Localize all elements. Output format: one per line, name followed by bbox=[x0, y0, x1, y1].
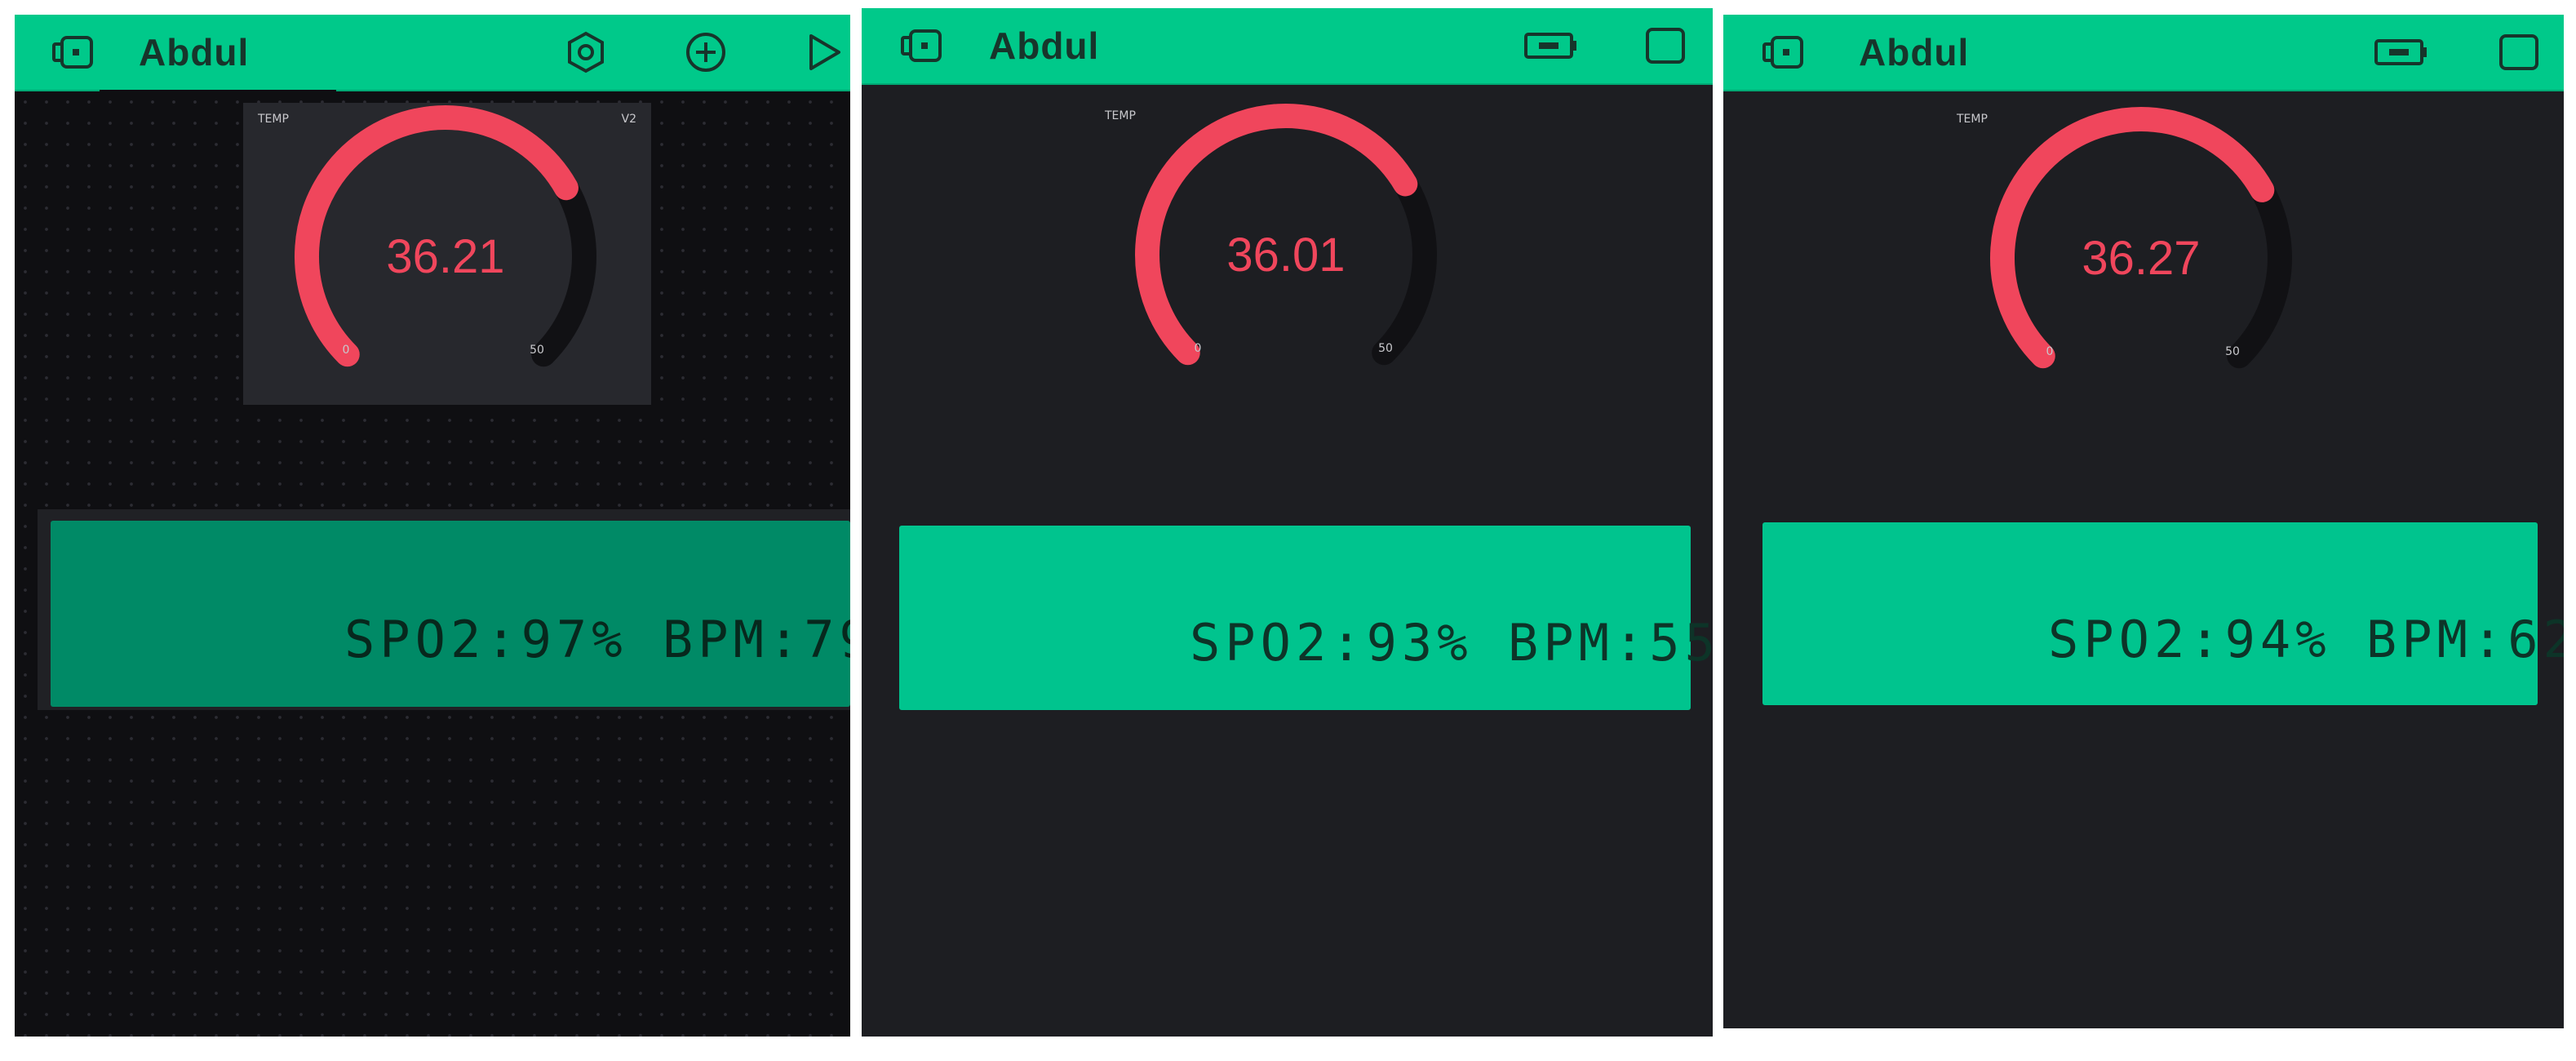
lcd-display[interactable]: SPO2:93% BPM:55 bbox=[899, 526, 1713, 710]
gauge-value: 36.21 bbox=[386, 230, 504, 283]
gauge-max: 50 bbox=[1378, 342, 1393, 355]
gauge-max: 50 bbox=[2225, 345, 2240, 358]
widget-canvas: TEMP V2 36.21 0 50 SPO2:97% BPM:79 bbox=[15, 91, 850, 1037]
project-title: Abdul bbox=[989, 24, 1100, 67]
battery-icon[interactable] bbox=[1518, 8, 1583, 83]
stop-icon[interactable] bbox=[1637, 8, 1694, 83]
project-title: Abdul bbox=[139, 31, 250, 73]
widget-canvas: TEMP 36.27 0 50 SPO2:94% BPM:62 bbox=[1723, 91, 2564, 1028]
app-header: Abdul bbox=[862, 8, 1713, 85]
widget-canvas: TEMP 36.01 0 50 SPO2:93% BPM:55 bbox=[862, 85, 1713, 1037]
app-header: Abdul bbox=[1723, 15, 2564, 91]
add-widget-icon[interactable] bbox=[677, 15, 734, 90]
gauge-min: 0 bbox=[343, 344, 350, 357]
temp-gauge-widget[interactable]: TEMP 36.27 0 50 bbox=[1939, 104, 2347, 406]
device-icon[interactable] bbox=[894, 8, 951, 83]
app-header: Abdul bbox=[15, 15, 850, 93]
gauge-dial: 36.27 0 50 bbox=[1990, 107, 2292, 369]
device-icon[interactable] bbox=[1756, 15, 1813, 90]
stop-icon[interactable] bbox=[2490, 15, 2547, 90]
lcd-display[interactable]: SPO2:94% BPM:62 bbox=[1762, 522, 2564, 705]
gauge-value: 36.27 bbox=[2082, 232, 2200, 285]
lcd-line-1: SPO2:94% BPM:62 bbox=[2047, 610, 2564, 669]
gauge-dial: 36.01 0 50 bbox=[1135, 104, 1437, 366]
device-icon[interactable] bbox=[46, 15, 103, 90]
screen-3: Abdul TEMP 36.27 0 50 SPO2:94% BPM:62 bbox=[1723, 15, 2564, 1028]
screen-1: Abdul TEMP V2 36.21 0 50 SPO2:97% BPM:79 bbox=[15, 15, 850, 1037]
project-title: Abdul bbox=[1859, 31, 1970, 73]
lcd-display[interactable]: SPO2:97% BPM:79 bbox=[51, 521, 850, 707]
gauge-min: 0 bbox=[1195, 342, 1202, 355]
battery-icon[interactable] bbox=[2368, 15, 2433, 90]
screen-2: Abdul TEMP 36.01 0 50 SPO2:93% BPM:55 bbox=[862, 8, 1713, 1037]
settings-icon[interactable] bbox=[557, 15, 614, 90]
lcd-line-1: SPO2:97% BPM:79 bbox=[344, 610, 850, 669]
lcd-line-1: SPO2:93% BPM:55 bbox=[1189, 613, 1713, 673]
temp-gauge-widget[interactable]: TEMP V2 36.21 0 50 bbox=[243, 103, 651, 405]
gauge-dial: 36.21 0 50 bbox=[295, 105, 596, 367]
gauge-value: 36.01 bbox=[1226, 229, 1345, 282]
gauge-max: 50 bbox=[530, 344, 544, 357]
play-icon[interactable] bbox=[794, 15, 850, 90]
temp-gauge-widget[interactable]: TEMP 36.01 0 50 bbox=[1084, 101, 1492, 403]
gauge-min: 0 bbox=[2046, 345, 2054, 358]
